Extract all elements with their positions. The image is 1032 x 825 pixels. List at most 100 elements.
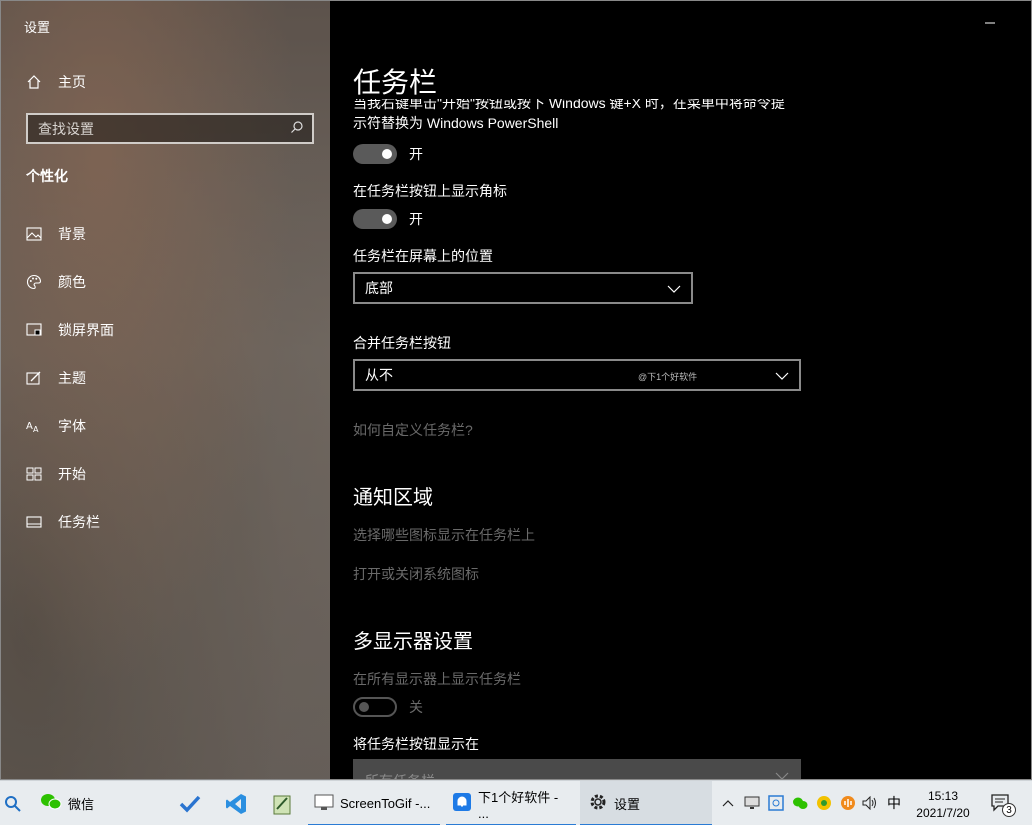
combine-label: 合并任务栏按钮	[353, 335, 451, 351]
watermark: @下1个好软件	[638, 372, 698, 382]
sidebar-item-themes[interactable]: 主题	[26, 367, 86, 389]
page-title: 任务栏	[353, 67, 438, 98]
taskbar-label: 下1个好软件 - ...	[478, 789, 559, 821]
powershell-toggle[interactable]	[353, 144, 397, 164]
nav-home[interactable]: 主页	[26, 71, 86, 93]
search-icon	[5, 795, 21, 812]
section-personalization: 个性化	[26, 168, 68, 184]
taskbar-notepad[interactable]	[264, 781, 300, 825]
picture-icon	[26, 226, 42, 242]
lock-screen-icon	[26, 322, 42, 338]
toggle-state-label: 开	[409, 211, 423, 227]
position-dropdown[interactable]: 底部	[353, 272, 693, 304]
multi-display-toggle-row: 关	[353, 697, 423, 717]
sidebar-item-label: 颜色	[58, 274, 86, 290]
combine-value: 从不	[365, 367, 393, 383]
sidebar-item-label: 背景	[58, 226, 86, 242]
palette-icon	[26, 274, 42, 290]
toggle-state-label: 开	[409, 146, 423, 162]
sidebar-item-lock-screen[interactable]: 锁屏界面	[26, 319, 114, 341]
show-buttons-label: 将任务栏按钮显示在	[353, 736, 479, 752]
position-value: 底部	[365, 280, 393, 296]
sidebar-item-fonts[interactable]: AA 字体	[26, 415, 86, 437]
minimize-button[interactable]	[983, 15, 997, 29]
notification-heading: 通知区域	[353, 487, 433, 509]
multi-display-toggle[interactable]	[353, 697, 397, 717]
font-icon: AA	[26, 418, 42, 434]
screenshot-tray-icon[interactable]	[768, 795, 784, 811]
sidebar-item-colors[interactable]: 颜色	[26, 271, 86, 293]
bell-app-icon	[452, 792, 472, 815]
taskbar-wechat[interactable]: 微信	[34, 781, 100, 825]
clock-date: 2021/7/20	[916, 806, 970, 820]
clock[interactable]: 15:13 2021/7/20	[905, 788, 981, 822]
multi-display-heading: 多显示器设置	[353, 631, 473, 653]
show-buttons-dropdown[interactable]: 所有任务栏	[353, 759, 801, 779]
powershell-setting-text: 当我右键单击"开始"按钮或按下 Windows 键+X 时，在菜单中将命令提 示…	[353, 99, 785, 131]
settings-window: 设置 主页 查找设置 个性化 背景 颜色 锁屏界面 主题 A A 字体 开始 任…	[0, 0, 1032, 780]
chevron-up-icon[interactable]	[720, 795, 736, 811]
ime-indicator[interactable]: 中	[886, 795, 902, 811]
checkmark-app-icon	[179, 795, 201, 813]
chevron-down-icon	[775, 367, 789, 383]
system-icons-link[interactable]: 打开或关闭系统图标	[353, 564, 479, 584]
taskbar-todo[interactable]	[172, 781, 208, 825]
sidebar-item-background[interactable]: 背景	[26, 223, 86, 245]
search-icon	[290, 120, 304, 137]
powershell-toggle-row: 开	[353, 144, 423, 164]
sidebar: 设置 主页 查找设置 个性化 背景 颜色 锁屏界面 主题 A A 字体 开始 任…	[1, 1, 330, 779]
select-icons-link[interactable]: 选择哪些图标显示在任务栏上	[353, 525, 535, 545]
search-placeholder: 查找设置	[38, 120, 94, 137]
taskbar-label: 微信	[68, 797, 95, 812]
taskbar-label: 设置	[614, 797, 641, 812]
nav-home-label: 主页	[58, 74, 86, 90]
sidebar-item-taskbar[interactable]: 任务栏	[26, 511, 100, 533]
home-icon	[26, 74, 42, 90]
notification-center-button[interactable]: 3	[990, 791, 1016, 817]
multi-display-label: 在所有显示器上显示任务栏	[353, 671, 521, 687]
sidebar-item-label: 主题	[58, 370, 86, 386]
taskbar-settings[interactable]: 设置	[580, 781, 712, 825]
app-title: 设置	[24, 20, 51, 35]
search-input[interactable]: 查找设置	[26, 113, 314, 144]
gear-icon	[588, 792, 608, 815]
taskbar-notification-app[interactable]: 下1个好软件 - ...	[446, 781, 576, 825]
svg-text:A: A	[26, 421, 33, 432]
start-icon	[26, 466, 42, 482]
toggle-state-label: 关	[409, 699, 423, 715]
sidebar-item-label: 锁屏界面	[58, 322, 114, 338]
vscode-icon	[226, 793, 246, 814]
notification-count-badge: 3	[1002, 803, 1016, 817]
combine-dropdown[interactable]: 从不 @下1个好软件	[353, 359, 801, 391]
sidebar-item-start[interactable]: 开始	[26, 463, 86, 485]
taskbar-icon	[26, 514, 42, 530]
app-tray-icon[interactable]	[816, 795, 832, 811]
show-buttons-value: 所有任务栏	[365, 771, 435, 779]
volume-icon[interactable]	[862, 795, 878, 811]
wechat-tray-icon[interactable]	[792, 795, 808, 811]
chevron-down-icon	[667, 280, 681, 296]
clock-time: 15:13	[927, 789, 959, 803]
main-content: 任务栏 当我右键单击"开始"按钮或按下 Windows 键+X 时，在菜单中将命…	[330, 1, 1031, 779]
sidebar-item-label: 字体	[58, 418, 86, 434]
badge-toggle[interactable]	[353, 209, 397, 229]
badge-toggle-row: 开	[353, 209, 423, 229]
taskbar-label: ScreenToGif -...	[340, 796, 431, 811]
audio-app-tray-icon[interactable]	[840, 795, 856, 811]
taskbar-screentogif[interactable]: ScreenToGif -...	[308, 781, 440, 825]
taskbar-vscode[interactable]	[218, 781, 254, 825]
sidebar-item-label: 开始	[58, 466, 86, 482]
taskbar: 微信 ScreenToGif -... 下1个好软件 - ... 设置 中 15…	[0, 780, 1032, 825]
notepad-icon	[273, 795, 291, 814]
svg-text:A: A	[33, 425, 39, 434]
sidebar-item-label: 任务栏	[58, 514, 100, 530]
monitor-tray-icon[interactable]	[744, 795, 760, 811]
screentogif-icon	[314, 793, 334, 814]
position-label: 任务栏在屏幕上的位置	[353, 248, 493, 264]
chevron-down-icon	[775, 767, 789, 779]
theme-icon	[26, 370, 42, 386]
wechat-icon	[40, 792, 62, 815]
customize-taskbar-link[interactable]: 如何自定义任务栏?	[353, 420, 473, 440]
badge-label: 在任务栏按钮上显示角标	[353, 183, 507, 199]
search-button[interactable]	[0, 781, 26, 825]
